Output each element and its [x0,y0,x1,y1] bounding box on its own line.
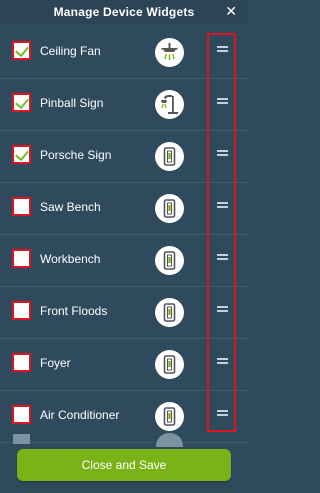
list-item: Air Conditioner [0,391,248,443]
device-checkbox[interactable] [12,145,31,164]
device-label: Pinball Sign [40,96,104,110]
desk-lamp-icon [155,90,184,119]
wall-switch-icon [155,402,184,431]
wall-switch-icon [155,142,184,171]
device-label: Front Floods [40,304,108,318]
list-item: Workbench [0,235,248,287]
device-checkbox[interactable] [12,353,31,372]
ceiling-fan-icon [155,38,184,67]
drag-handle-icon[interactable] [217,150,228,156]
device-checkbox [13,434,30,444]
drag-handle-icon[interactable] [217,306,228,312]
drag-handle-icon[interactable] [217,98,228,104]
close-and-save-button[interactable]: Close and Save [17,449,231,481]
list-item: Foyer [0,339,248,391]
list-item: Porsche Sign [0,131,248,183]
checkmark-icon [15,146,29,162]
device-label: Workbench [40,252,101,266]
wall-switch-icon [155,194,184,223]
wall-switch-icon [155,350,184,379]
drag-handle-icon[interactable] [217,254,228,260]
device-checkbox[interactable] [12,301,31,320]
close-icon[interactable]: ✕ [225,3,237,20]
drag-handle-icon[interactable] [217,46,228,52]
drag-handle-icon[interactable] [217,358,228,364]
wall-switch-icon [155,246,184,275]
page-title: Manage Device Widgets [53,5,195,19]
device-checkbox[interactable] [12,93,31,112]
device-checkbox[interactable] [12,41,31,60]
drag-handle-icon[interactable] [217,202,228,208]
device-checkbox[interactable] [12,405,31,424]
list-item: Saw Bench [0,183,248,235]
device-label: Porsche Sign [40,148,112,162]
device-checkbox[interactable] [12,249,31,268]
device-label: Foyer [40,356,71,370]
header-bar: Manage Device Widgets ✕ [0,0,248,24]
device-label: Ceiling Fan [40,44,101,58]
list-item: Ceiling Fan [0,27,248,79]
device-checkbox[interactable] [12,197,31,216]
checkmark-icon [15,94,29,110]
list-item: Front Floods [0,287,248,339]
list-item: Pinball Sign [0,79,248,131]
wall-switch-icon [155,298,184,327]
device-label: Saw Bench [40,200,101,214]
drag-handle-icon[interactable] [217,410,228,416]
device-label: Air Conditioner [40,408,120,422]
checkmark-icon [15,42,29,58]
